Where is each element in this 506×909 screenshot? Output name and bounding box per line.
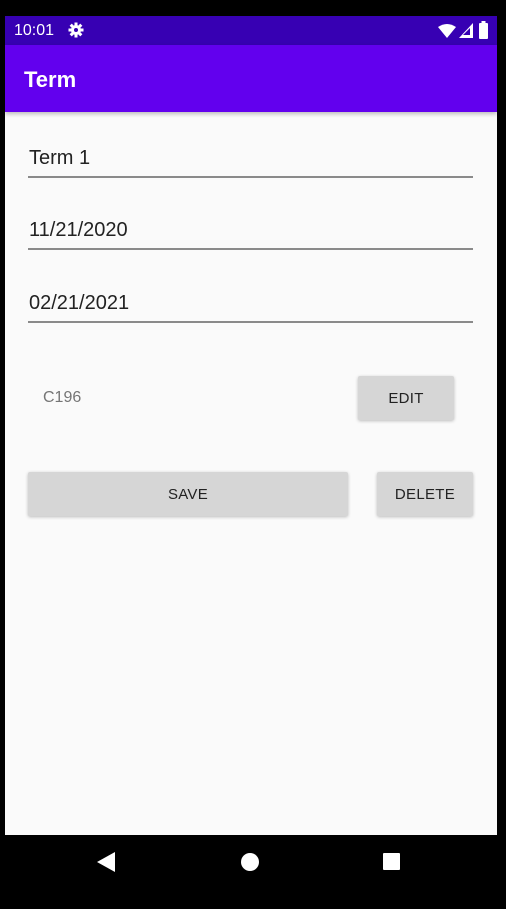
back-icon[interactable]: [97, 852, 115, 872]
signal-icon: [459, 23, 473, 38]
app-screen: 10:01 Term Term 1 11/21/2020 02/21/2021 …: [5, 16, 497, 835]
term-name-field[interactable]: Term 1: [28, 142, 473, 178]
wifi-icon: [438, 24, 456, 38]
end-date-value: 02/21/2021: [29, 292, 130, 314]
start-date-field[interactable]: 11/21/2020: [28, 214, 473, 250]
home-icon[interactable]: [241, 853, 259, 871]
start-date-value: 11/21/2020: [29, 219, 128, 241]
save-button[interactable]: SAVE: [28, 472, 348, 516]
navigation-bar: [0, 835, 506, 909]
term-name-value: Term 1: [29, 147, 91, 169]
page-title: Term: [24, 67, 77, 92]
status-bar: 10:01: [5, 16, 497, 45]
course-label[interactable]: C196: [43, 389, 81, 407]
battery-icon: [479, 21, 488, 39]
recents-icon[interactable]: [383, 853, 400, 870]
delete-button[interactable]: DELETE: [377, 472, 473, 516]
end-date-field[interactable]: 02/21/2021: [28, 287, 473, 323]
edit-button[interactable]: EDIT: [358, 376, 454, 420]
app-bar: Term: [5, 45, 497, 112]
gear-icon: [68, 22, 84, 38]
status-time: 10:01: [14, 22, 55, 39]
